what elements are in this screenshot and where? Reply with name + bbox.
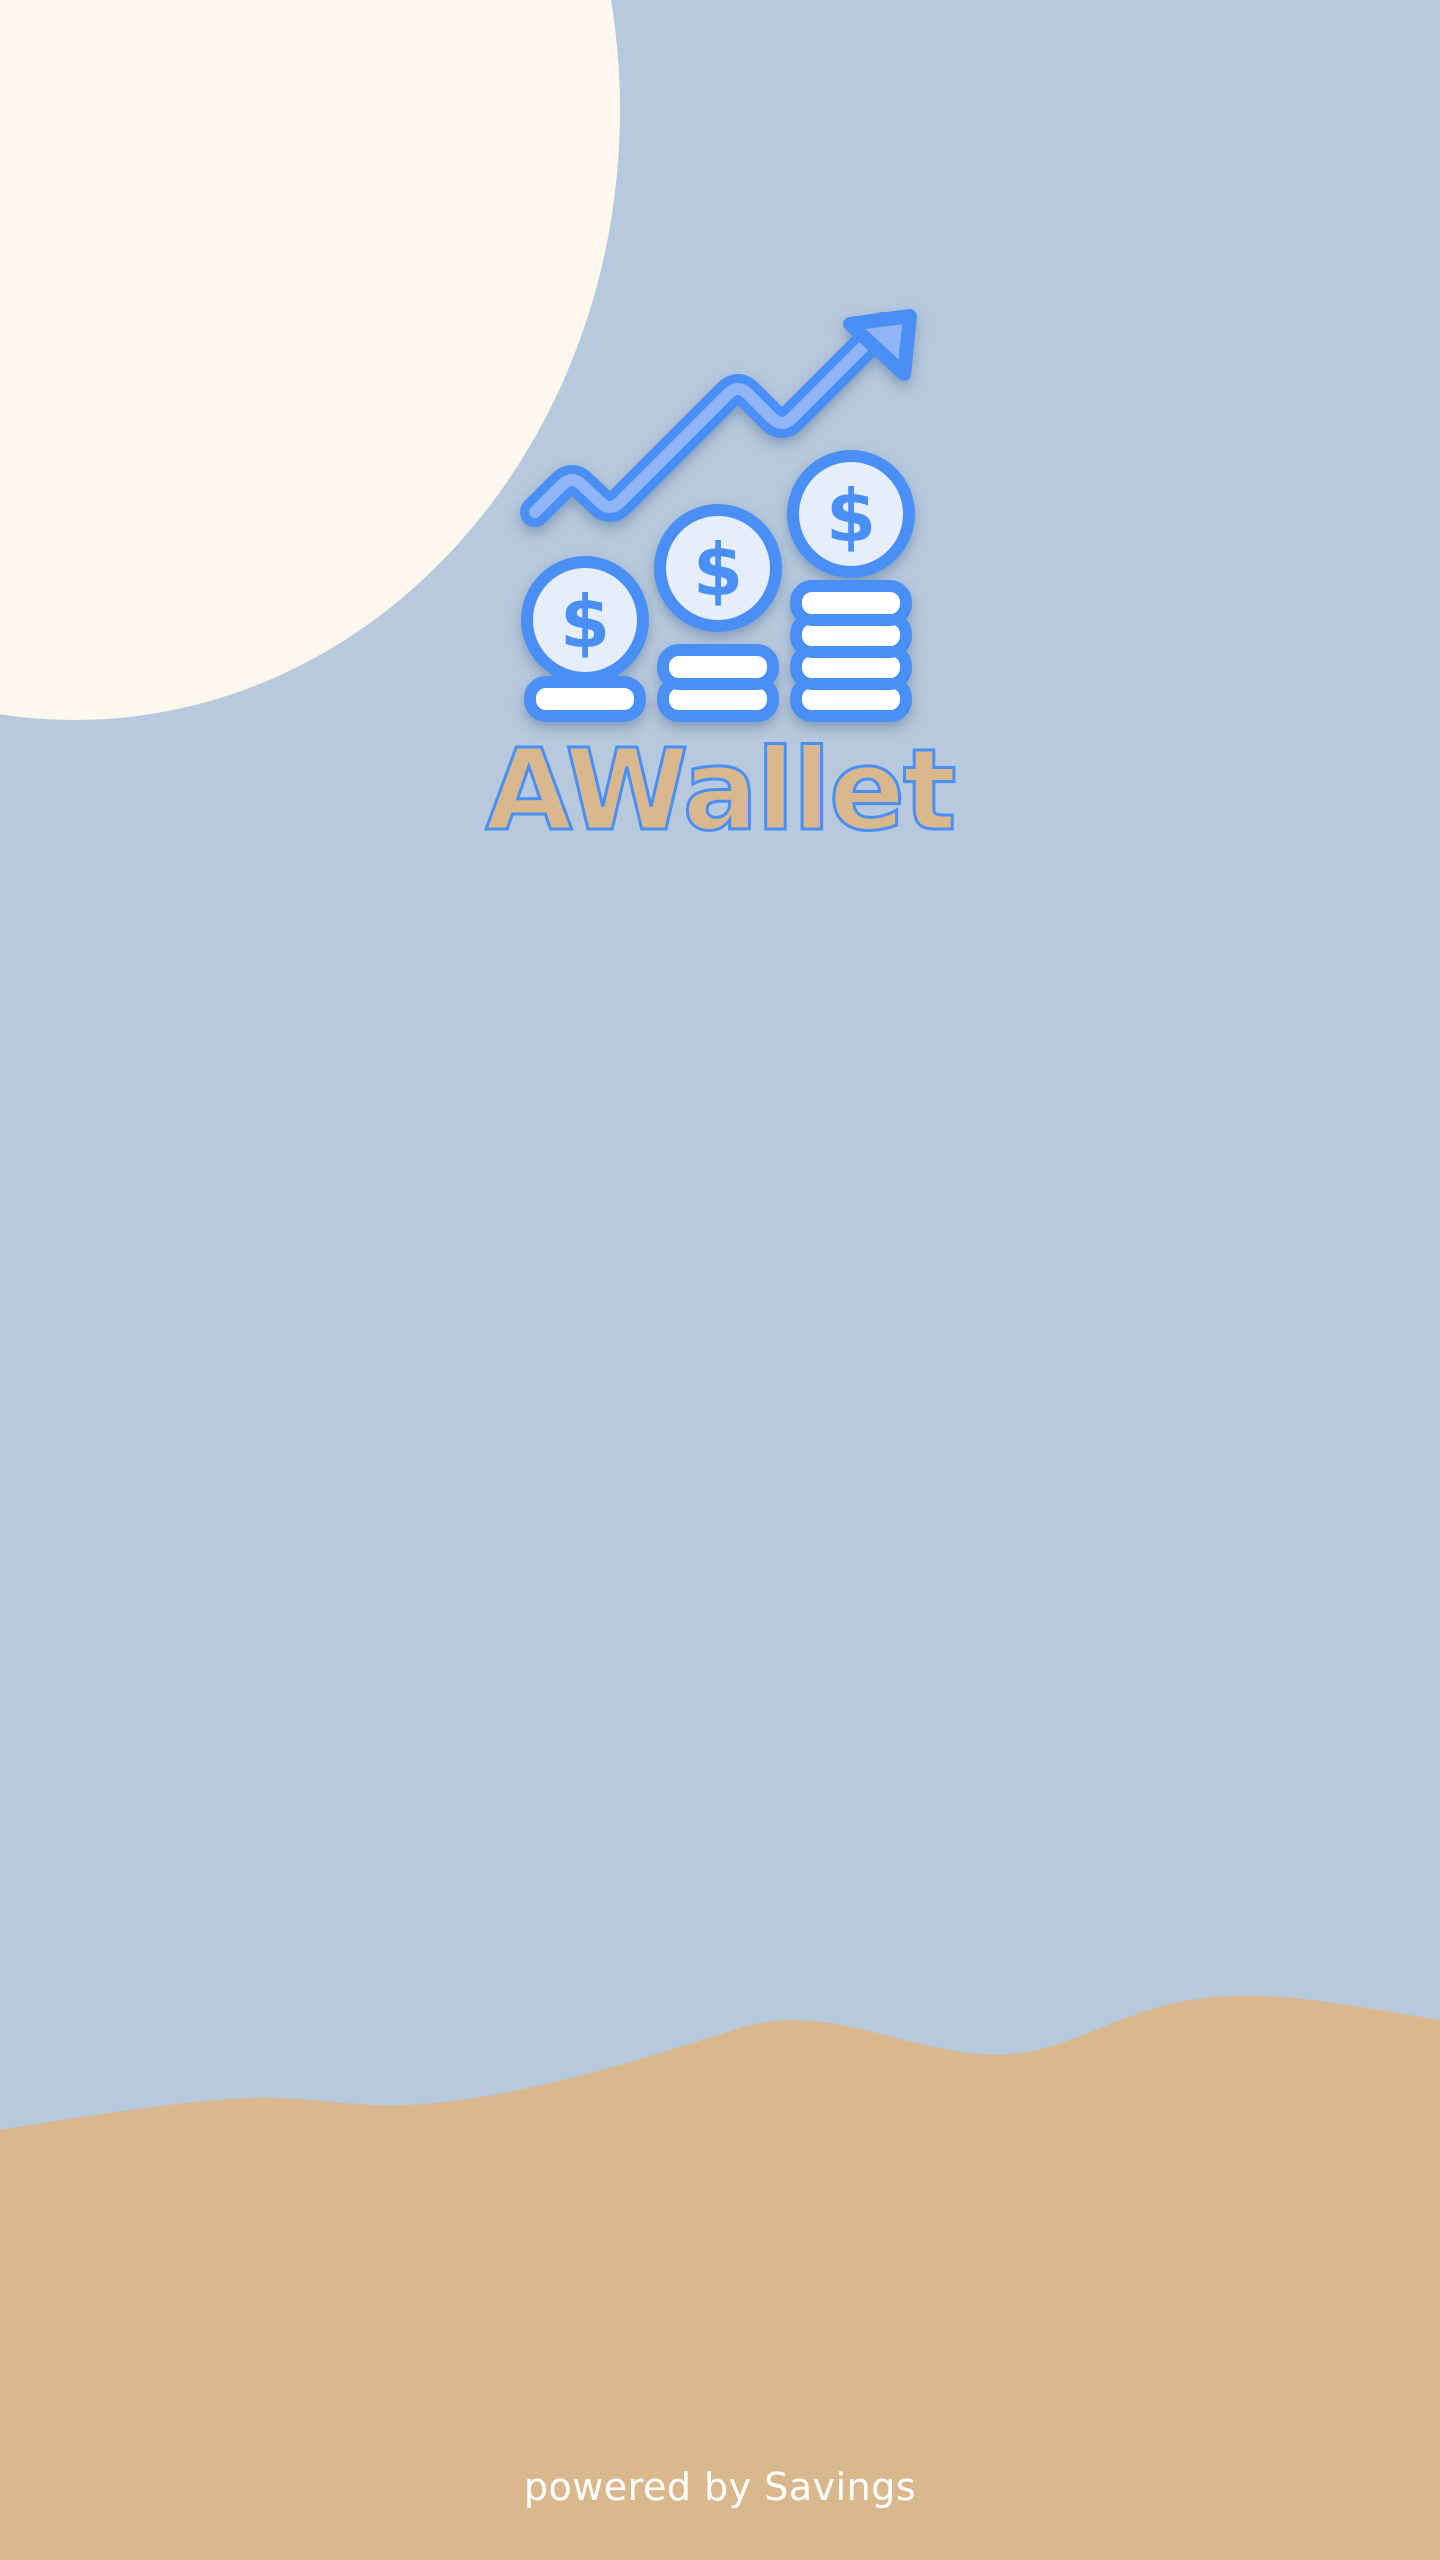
svg-text:$: $ bbox=[560, 580, 610, 664]
svg-text:$: $ bbox=[826, 474, 876, 558]
splash-screen: $ $ $ AWallet powered by Savings bbox=[0, 0, 1440, 2560]
svg-text:$: $ bbox=[693, 528, 743, 612]
growth-chart-coins-icon: $ $ $ bbox=[520, 309, 917, 722]
app-title: AWallet bbox=[484, 726, 958, 856]
powered-by-text: powered by Savings bbox=[523, 2465, 917, 2509]
